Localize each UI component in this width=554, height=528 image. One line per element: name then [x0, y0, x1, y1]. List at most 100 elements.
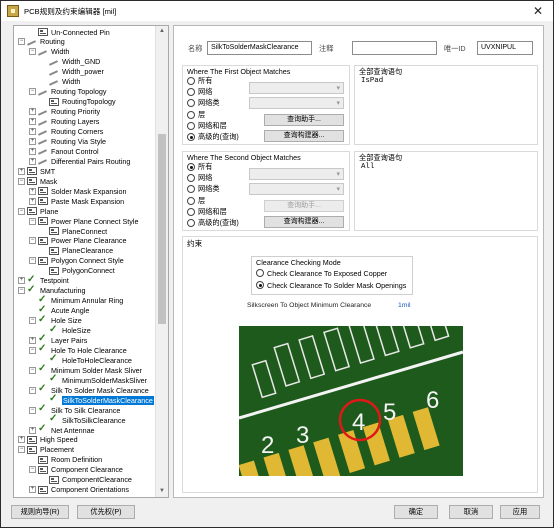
name-input[interactable]: SilkToSolderMaskClearance [207, 41, 312, 55]
expand-icon[interactable]: + [29, 157, 36, 165]
radio-button[interactable] [187, 110, 195, 119]
expand-icon[interactable]: + [29, 128, 36, 135]
tree-item[interactable]: − Component Clearance [29, 465, 123, 475]
second-object-option[interactable]: 高级的(查询) [187, 218, 239, 228]
expand-icon[interactable]: + [29, 486, 36, 494]
collapse-icon[interactable]: − [18, 207, 25, 215]
min-clearance-value[interactable]: 1mil [398, 302, 410, 309]
tree-item[interactable]: + Component Orientations [29, 485, 129, 495]
radio-button[interactable] [187, 133, 195, 141]
first-query-builder-button[interactable]: 查询构建器... [264, 130, 344, 142]
second-object-option[interactable]: 网络和层 [187, 207, 227, 217]
expand-icon[interactable]: + [18, 277, 25, 285]
collapse-icon[interactable]: − [29, 317, 36, 325]
tree-item[interactable]: − Routing Topology [29, 87, 106, 97]
tree-item[interactable]: PlaneConnect [40, 226, 107, 236]
tree-item[interactable]: + Differential Pairs Routing [29, 156, 130, 166]
radio-button[interactable] [187, 88, 195, 97]
expand-icon[interactable]: + [29, 147, 36, 155]
radio-button[interactable] [187, 174, 195, 183]
tree-item[interactable]: − Silk To Solder Mask Clearance [29, 383, 149, 395]
tree-item[interactable]: HoleToHoleClearance [40, 353, 132, 365]
expand-icon[interactable]: + [18, 436, 25, 444]
second-object-option[interactable]: 所有 [187, 162, 212, 172]
tree-item[interactable]: Width_GND [40, 57, 100, 67]
collapse-icon[interactable]: − [29, 217, 36, 225]
tree-item[interactable]: PlaneClearance [40, 246, 113, 256]
radio-button[interactable] [187, 77, 195, 85]
first-query-helper-button[interactable]: 查询助手... [264, 114, 344, 126]
radio-button[interactable] [187, 121, 195, 130]
ok-button[interactable]: 确定 [394, 505, 438, 519]
tree-item[interactable]: − Polygon Connect Style [29, 256, 124, 266]
tree-item[interactable]: + Net Antennae [29, 423, 95, 435]
first-object-option[interactable]: 高级的(查询) [187, 132, 239, 142]
unique-id-input[interactable]: UVXNIPUL [477, 41, 533, 55]
clearance-mode-option[interactable]: Check Clearance To Exposed Copper [256, 268, 387, 278]
priorities-button[interactable]: 优先权(P) [77, 505, 135, 519]
first-object-option[interactable]: 网络 [187, 87, 212, 97]
tree-item[interactable]: RoutingTopology [40, 97, 116, 107]
expand-icon[interactable]: + [29, 336, 36, 344]
tree-item[interactable]: − Power Plane Connect Style [29, 216, 139, 226]
cancel-button[interactable]: 取消 [449, 505, 493, 519]
tree-item[interactable]: MinimumSolderMaskSliver [40, 373, 147, 385]
comment-input[interactable] [352, 41, 437, 55]
radio-button[interactable] [187, 163, 195, 171]
collapse-icon[interactable]: − [18, 287, 25, 295]
radio-button[interactable] [256, 269, 264, 277]
tree-item[interactable]: + Routing Priority [29, 107, 100, 117]
collapse-icon[interactable]: − [29, 346, 36, 354]
radio-button[interactable] [187, 207, 195, 216]
expand-icon[interactable]: + [29, 426, 36, 434]
collapse-icon[interactable]: − [29, 48, 36, 56]
second-object-option[interactable]: 网络类 [187, 184, 220, 194]
tree-item[interactable]: − Plane [18, 206, 58, 216]
first-object-option[interactable]: 网络类 [187, 98, 220, 108]
radio-button[interactable] [187, 219, 195, 227]
apply-button[interactable]: 应用 [500, 505, 540, 519]
collapse-icon[interactable]: − [29, 366, 36, 374]
tree-item[interactable]: + Routing Via Style [29, 136, 106, 146]
tree-item[interactable]: SilkToSilkClearance [40, 413, 126, 425]
expand-icon[interactable]: + [29, 187, 36, 195]
second-query-builder-button[interactable]: 查询构建器... [264, 216, 344, 228]
tree-item[interactable]: ComponentClearance [40, 475, 132, 485]
clearance-mode-option[interactable]: Check Clearance To Solder Mask Openings [256, 280, 406, 290]
tree-item[interactable]: + Paste Mask Expansion [29, 196, 124, 206]
rule-wizard-button[interactable]: 规则向导(R) [11, 505, 69, 519]
tree-item[interactable]: Width [40, 77, 80, 87]
collapse-icon[interactable]: − [18, 38, 25, 46]
collapse-icon[interactable]: − [29, 406, 36, 414]
tree-item[interactable]: − Manufacturing [18, 284, 86, 296]
tree-item[interactable]: − Width [29, 47, 69, 57]
tree-item[interactable]: − Minimum Solder Mask Sliver [29, 363, 142, 375]
collapse-icon[interactable]: − [29, 257, 36, 265]
tree-item[interactable]: + Solder Mask Expansion [29, 186, 127, 196]
tree-item[interactable]: SilkToSolderMaskClearance [40, 393, 154, 405]
tree-item[interactable]: − Silk To Silk Clearance [29, 403, 120, 415]
expand-icon[interactable]: + [18, 167, 25, 175]
tree-item[interactable]: + Testpoint [18, 274, 69, 286]
expand-icon[interactable]: + [29, 137, 36, 145]
collapse-icon[interactable]: − [29, 237, 36, 245]
tree-item[interactable]: + Routing Corners [29, 127, 103, 137]
second-object-option[interactable]: 层 [187, 196, 205, 206]
tree-item[interactable]: − Placement [18, 445, 74, 455]
tree-item[interactable]: − Power Plane Clearance [29, 236, 127, 246]
tree-item[interactable]: Room Definition [29, 455, 102, 465]
first-object-option[interactable]: 所有 [187, 76, 212, 86]
second-object-option[interactable]: 网络 [187, 173, 212, 183]
first-object-option[interactable]: 网络和层 [187, 121, 227, 131]
collapse-icon[interactable]: − [18, 177, 25, 185]
scroll-up-icon[interactable]: ▲ [159, 28, 165, 34]
collapse-icon[interactable]: − [18, 446, 25, 454]
tree-item[interactable]: PolygonConnect [40, 266, 115, 276]
radio-button[interactable] [187, 196, 195, 205]
tree-item[interactable]: − Mask [18, 176, 57, 186]
collapse-icon[interactable]: − [29, 386, 36, 394]
scroll-down-icon[interactable]: ▼ [159, 488, 165, 494]
scroll-thumb[interactable] [158, 134, 166, 324]
tree-item[interactable]: + Routing Layers [29, 117, 99, 127]
tree-scrollbar[interactable]: ▲ ▼ [155, 26, 168, 497]
